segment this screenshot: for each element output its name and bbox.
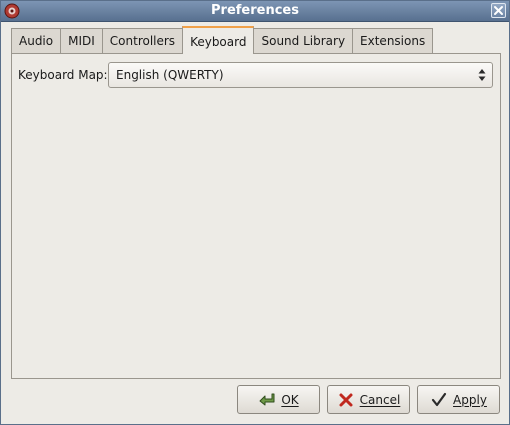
window-title: Preferences	[211, 3, 299, 18]
keyboard-map-value: English (QWERTY)	[116, 68, 224, 82]
title-bar[interactable]: Preferences	[1, 1, 509, 22]
preferences-window: Preferences Audio MIDI Controllers Keybo…	[0, 0, 510, 425]
tab-controllers[interactable]: Controllers	[101, 28, 184, 53]
keyboard-tab-panel: Keyboard Map: English (QWERTY)	[11, 53, 501, 379]
tab-label: Extensions	[360, 34, 426, 48]
tab-keyboard[interactable]: Keyboard	[182, 26, 255, 54]
tab-label: Controllers	[109, 34, 176, 48]
ok-icon	[259, 393, 275, 405]
cancel-icon	[339, 393, 353, 406]
tab-sound-library[interactable]: Sound Library	[253, 28, 354, 53]
close-icon	[494, 6, 503, 15]
tab-label: MIDI	[68, 34, 95, 48]
ok-button[interactable]: OK	[237, 385, 320, 414]
tab-midi[interactable]: MIDI	[60, 28, 103, 53]
cancel-button[interactable]: Cancel	[327, 385, 410, 414]
apply-button[interactable]: Apply	[417, 385, 500, 414]
app-icon	[4, 3, 20, 19]
ok-label: OK	[281, 392, 299, 407]
up-down-arrows-icon	[478, 69, 486, 81]
tab-label: Audio	[19, 34, 54, 48]
checkmark-icon	[431, 392, 447, 406]
tab-label: Sound Library	[261, 34, 346, 48]
apply-label: Apply	[453, 392, 487, 407]
tab-label: Keyboard	[190, 35, 247, 49]
close-button[interactable]	[491, 3, 506, 18]
keyboard-map-select[interactable]: English (QWERTY)	[108, 62, 493, 88]
tab-bar: Audio MIDI Controllers Keyboard Sound Li…	[11, 26, 434, 54]
cancel-label: Cancel	[359, 392, 401, 407]
keyboard-map-label: Keyboard Map:	[18, 68, 108, 82]
tab-extensions[interactable]: Extensions	[352, 28, 434, 53]
tab-audio[interactable]: Audio	[11, 28, 62, 53]
